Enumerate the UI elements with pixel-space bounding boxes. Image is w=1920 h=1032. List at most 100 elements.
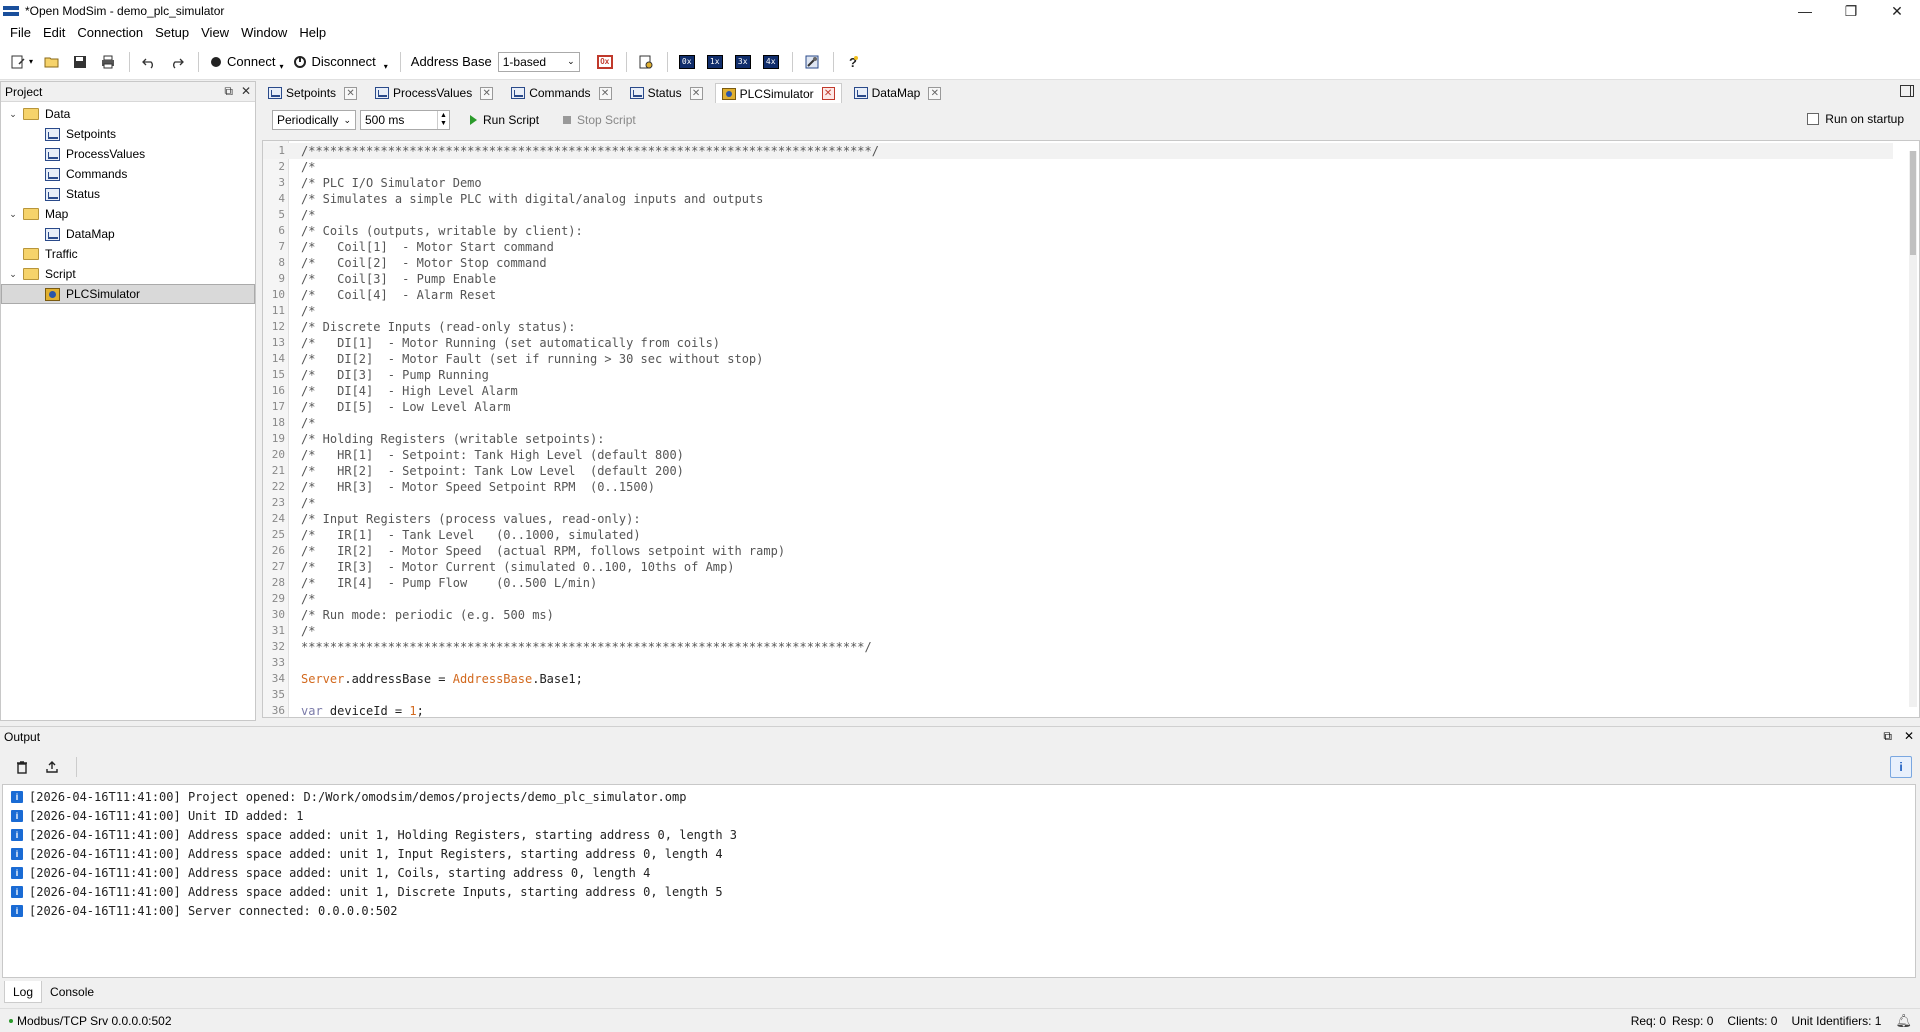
log-entry[interactable]: i [2026-04-16T11:41:00] Address space add…: [11, 863, 650, 882]
tree-item-commands[interactable]: Commands: [1, 164, 255, 184]
tree-item-processvalues[interactable]: ProcessValues: [1, 144, 255, 164]
code-line[interactable]: 24 /* Input Registers (process values, re…: [263, 511, 1893, 527]
tree-item-plcsimulator[interactable]: PLCSimulator: [1, 284, 255, 304]
log-entry[interactable]: i [2026-04-16T11:41:00] Address space add…: [11, 882, 723, 901]
toggle-side-panel-icon[interactable]: [1900, 85, 1914, 97]
bell-icon[interactable]: 🔔︎: [1895, 1013, 1912, 1029]
menu-connection[interactable]: Connection: [71, 22, 149, 44]
code-line[interactable]: 29 /*: [263, 591, 1893, 607]
menu-edit[interactable]: Edit: [37, 22, 71, 44]
log-entry[interactable]: i [2026-04-16T11:41:00] Project opened: D…: [11, 787, 686, 806]
tree-folder-map[interactable]: ⌄ Map: [1, 204, 255, 224]
code-line[interactable]: 7 /* Coil[1] - Motor Start command: [263, 239, 1893, 255]
close-tab-icon[interactable]: ✕: [344, 86, 358, 100]
close-panel-icon[interactable]: ✕: [241, 84, 251, 99]
code-line[interactable]: 6 /* Coils (outputs, writable by client):: [263, 223, 1893, 239]
chevron-down-icon[interactable]: ⌄: [7, 269, 19, 280]
open-button[interactable]: [39, 49, 65, 75]
menu-setup[interactable]: Setup: [149, 22, 195, 44]
code-line[interactable]: 26 /* IR[2] - Motor Speed (actual RPM, fo…: [263, 543, 1893, 559]
help-button[interactable]: ?: [840, 49, 866, 75]
code-line[interactable]: 13 /* DI[1] - Motor Running (set automati…: [263, 335, 1893, 351]
tree-item-status[interactable]: Status: [1, 184, 255, 204]
code-line[interactable]: 16 /* DI[4] - High Level Alarm: [263, 383, 1893, 399]
log-entry[interactable]: i [2026-04-16T11:41:00] Address space add…: [11, 844, 723, 863]
hex-view-button[interactable]: 0x: [592, 49, 618, 75]
tab-datamap[interactable]: DataMap ✕: [848, 83, 948, 103]
log-entry[interactable]: i [2026-04-16T11:41:00] Unit ID added: 1: [11, 806, 304, 825]
code-line[interactable]: 12 /* Discrete Inputs (read-only status):: [263, 319, 1893, 335]
discrete-inputs-button[interactable]: 1x: [702, 49, 728, 75]
log-view[interactable]: i [2026-04-16T11:41:00] Project opened: D…: [2, 784, 1916, 978]
input-registers-button[interactable]: 3x: [730, 49, 756, 75]
menu-window[interactable]: Window: [235, 22, 293, 44]
code-line[interactable]: 23 /*: [263, 495, 1893, 511]
close-tab-icon[interactable]: ✕: [689, 86, 703, 100]
code-line[interactable]: 1 /**************************************…: [263, 143, 1893, 159]
print-button[interactable]: [95, 49, 121, 75]
code-line[interactable]: 36 var deviceId = 1;: [263, 703, 1893, 717]
code-line[interactable]: 2 /*: [263, 159, 1893, 175]
code-line[interactable]: 8 /* Coil[2] - Motor Stop command: [263, 255, 1893, 271]
close-window-button[interactable]: ✕: [1874, 0, 1920, 22]
code-line[interactable]: 22 /* HR[3] - Motor Speed Setpoint RPM (0…: [263, 479, 1893, 495]
code-line[interactable]: 27 /* IR[3] - Motor Current (simulated 0.…: [263, 559, 1893, 575]
close-panel-icon[interactable]: ✕: [1904, 729, 1914, 744]
code-line[interactable]: 35: [263, 687, 1893, 703]
run-on-startup-checkbox[interactable]: Run on startup: [1807, 112, 1904, 126]
code-line[interactable]: 15 /* DI[3] - Pump Running: [263, 367, 1893, 383]
run-script-button[interactable]: Run Script: [470, 113, 539, 127]
minimize-button[interactable]: —: [1782, 0, 1828, 22]
code-line[interactable]: 25 /* IR[1] - Tank Level (0..1000, simula…: [263, 527, 1893, 543]
code-line[interactable]: 28 /* IR[4] - Pump Flow (0..500 L/min): [263, 575, 1893, 591]
tree-folder-traffic[interactable]: Traffic: [1, 244, 255, 264]
code-line[interactable]: 4 /* Simulates a simple PLC with digital/…: [263, 191, 1893, 207]
tab-setpoints[interactable]: Setpoints ✕: [262, 83, 363, 103]
code-line[interactable]: 11 /*: [263, 303, 1893, 319]
clear-log-button[interactable]: [10, 755, 34, 779]
checkbox-icon[interactable]: [1807, 113, 1820, 125]
tree-item-setpoints[interactable]: Setpoints: [1, 124, 255, 144]
stop-script-button[interactable]: Stop Script: [563, 113, 636, 127]
code-line[interactable]: 30 /* Run mode: periodic (e.g. 500 ms): [263, 607, 1893, 623]
close-tab-icon[interactable]: ✕: [480, 86, 494, 100]
undo-button[interactable]: [136, 49, 162, 75]
close-tab-icon[interactable]: ✕: [598, 86, 612, 100]
code-line[interactable]: 34 Server.addressBase = AddressBase.Base1…: [263, 671, 1893, 687]
log-entry[interactable]: i [2026-04-16T11:41:00] Address space add…: [11, 825, 737, 844]
tab-commands[interactable]: Commands ✕: [505, 83, 617, 103]
code-line[interactable]: 19 /* Holding Registers (writable setpoin…: [263, 431, 1893, 447]
spin-arrows-icon[interactable]: ▲ ▼: [437, 111, 449, 129]
info-filter-button[interactable]: i: [1890, 756, 1912, 778]
chevron-down-icon[interactable]: ⌄: [7, 109, 19, 120]
coils-button[interactable]: 0x: [674, 49, 700, 75]
close-tab-icon[interactable]: ✕: [821, 87, 835, 100]
close-tab-icon[interactable]: ✕: [928, 86, 942, 100]
code-line[interactable]: 17 /* DI[5] - Low Level Alarm: [263, 399, 1893, 415]
tab-plcsimulator[interactable]: PLCSimulator ✕: [714, 83, 842, 103]
tab-console[interactable]: Console: [42, 981, 102, 1003]
maximize-button[interactable]: ❐: [1828, 0, 1874, 22]
connect-button[interactable]: Connect ▾: [205, 49, 287, 75]
code-line[interactable]: 33: [263, 655, 1893, 671]
code-line[interactable]: 5 /*: [263, 207, 1893, 223]
code-line[interactable]: 21 /* HR[2] - Setpoint: Tank Low Level (d…: [263, 463, 1893, 479]
tree-item-datamap[interactable]: DataMap: [1, 224, 255, 244]
log-entry[interactable]: i [2026-04-16T11:41:00] Server connected:…: [11, 901, 397, 920]
code-line[interactable]: 32 **************************************…: [263, 639, 1893, 655]
code-line[interactable]: 3 /* PLC I/O Simulator Demo: [263, 175, 1893, 191]
chevron-down-icon[interactable]: ⌄: [7, 209, 19, 220]
definitions-button[interactable]: [633, 49, 659, 75]
float-panel-icon[interactable]: ⧉: [1883, 729, 1892, 744]
float-panel-icon[interactable]: ⧉: [224, 84, 233, 99]
code-line[interactable]: 14 /* DI[2] - Motor Fault (set if running…: [263, 351, 1893, 367]
tab-log[interactable]: Log: [4, 981, 43, 1003]
tree-folder-data[interactable]: ⌄ Data: [1, 104, 255, 124]
code-line[interactable]: 31 /*: [263, 623, 1893, 639]
save-button[interactable]: [67, 49, 93, 75]
code-line[interactable]: 20 /* HR[1] - Setpoint: Tank High Level (…: [263, 447, 1893, 463]
editor-scrollbar[interactable]: [1909, 151, 1917, 707]
code-line[interactable]: 9 /* Coil[3] - Pump Enable: [263, 271, 1893, 287]
tools-button[interactable]: [799, 49, 825, 75]
menu-file[interactable]: File: [4, 22, 37, 44]
